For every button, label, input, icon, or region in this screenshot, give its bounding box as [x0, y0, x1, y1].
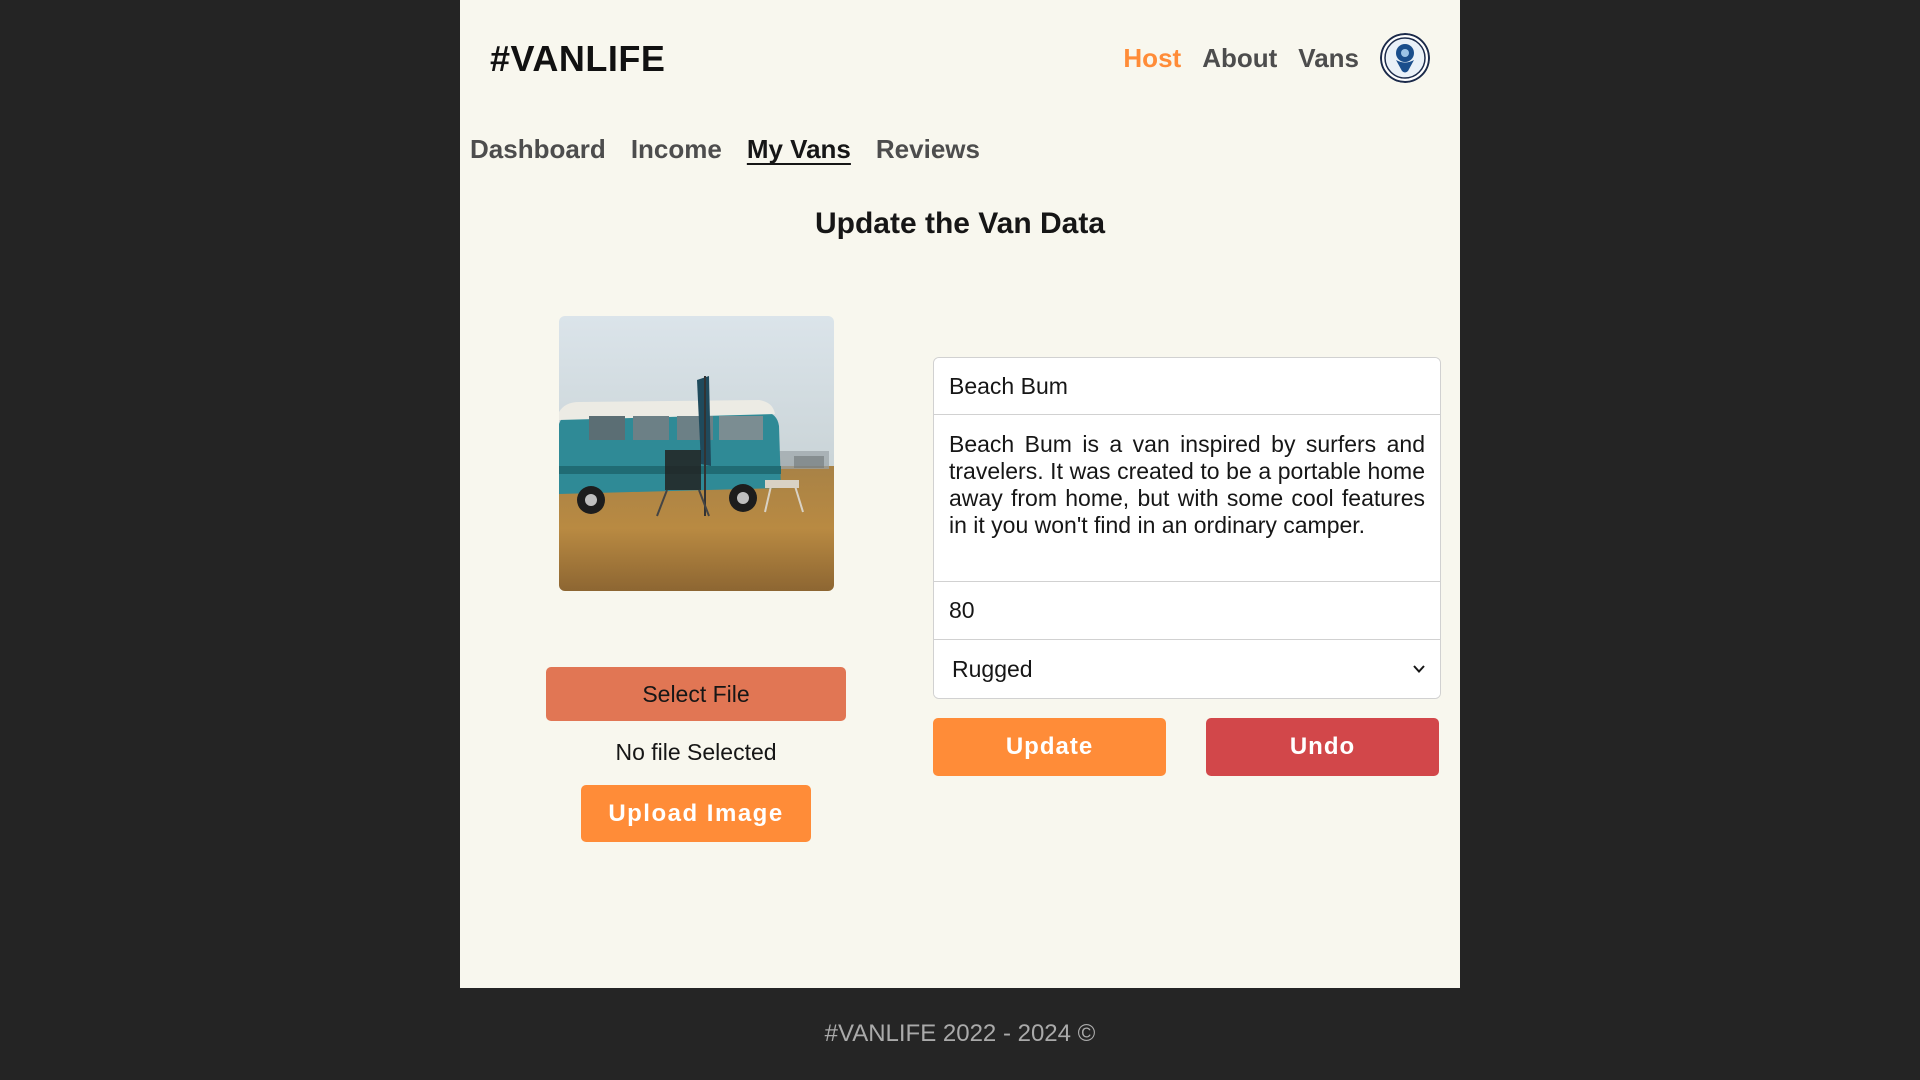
file-status-text: No file Selected: [615, 739, 777, 765]
van-edit-form: Beach Bum is a van inspired by surfers a…: [933, 357, 1441, 699]
site-logo[interactable]: #VANLIFE: [490, 38, 665, 80]
host-nav-dashboard[interactable]: Dashboard: [470, 134, 606, 165]
host-nav: Dashboard Income My Vans Reviews: [470, 134, 1005, 165]
update-button[interactable]: Update: [933, 718, 1166, 776]
van-image: [559, 316, 834, 591]
user-avatar-icon[interactable]: [1380, 33, 1430, 83]
site-header: #VANLIFE Host About Vans: [460, 0, 1460, 120]
van-description-input[interactable]: Beach Bum is a van inspired by surfers a…: [934, 415, 1440, 582]
app-container: #VANLIFE Host About Vans Dashboard Incom…: [460, 0, 1460, 988]
nav-link-about[interactable]: About: [1202, 43, 1277, 74]
upload-image-button[interactable]: Upload Image: [581, 785, 811, 842]
footer-text: #VANLIFE 2022 - 2024 ©: [824, 1020, 1096, 1047]
nav-link-host[interactable]: Host: [1123, 43, 1181, 74]
undo-button[interactable]: Undo: [1206, 718, 1439, 776]
nav-link-vans[interactable]: Vans: [1298, 43, 1359, 74]
van-name-input[interactable]: [934, 358, 1440, 415]
site-footer: #VANLIFE 2022 - 2024 ©: [460, 988, 1460, 1080]
select-file-button[interactable]: Select File: [546, 667, 846, 721]
van-price-input[interactable]: [934, 582, 1440, 640]
main-nav: Host About Vans: [1123, 32, 1430, 84]
van-type-select[interactable]: Rugged: [934, 640, 1440, 698]
host-nav-my-vans[interactable]: My Vans: [747, 134, 851, 165]
host-nav-income[interactable]: Income: [631, 134, 722, 165]
van-type-select-wrapper: Rugged: [934, 640, 1440, 698]
page-title: Update the Van Data: [814, 207, 1106, 240]
host-nav-reviews[interactable]: Reviews: [876, 134, 980, 165]
